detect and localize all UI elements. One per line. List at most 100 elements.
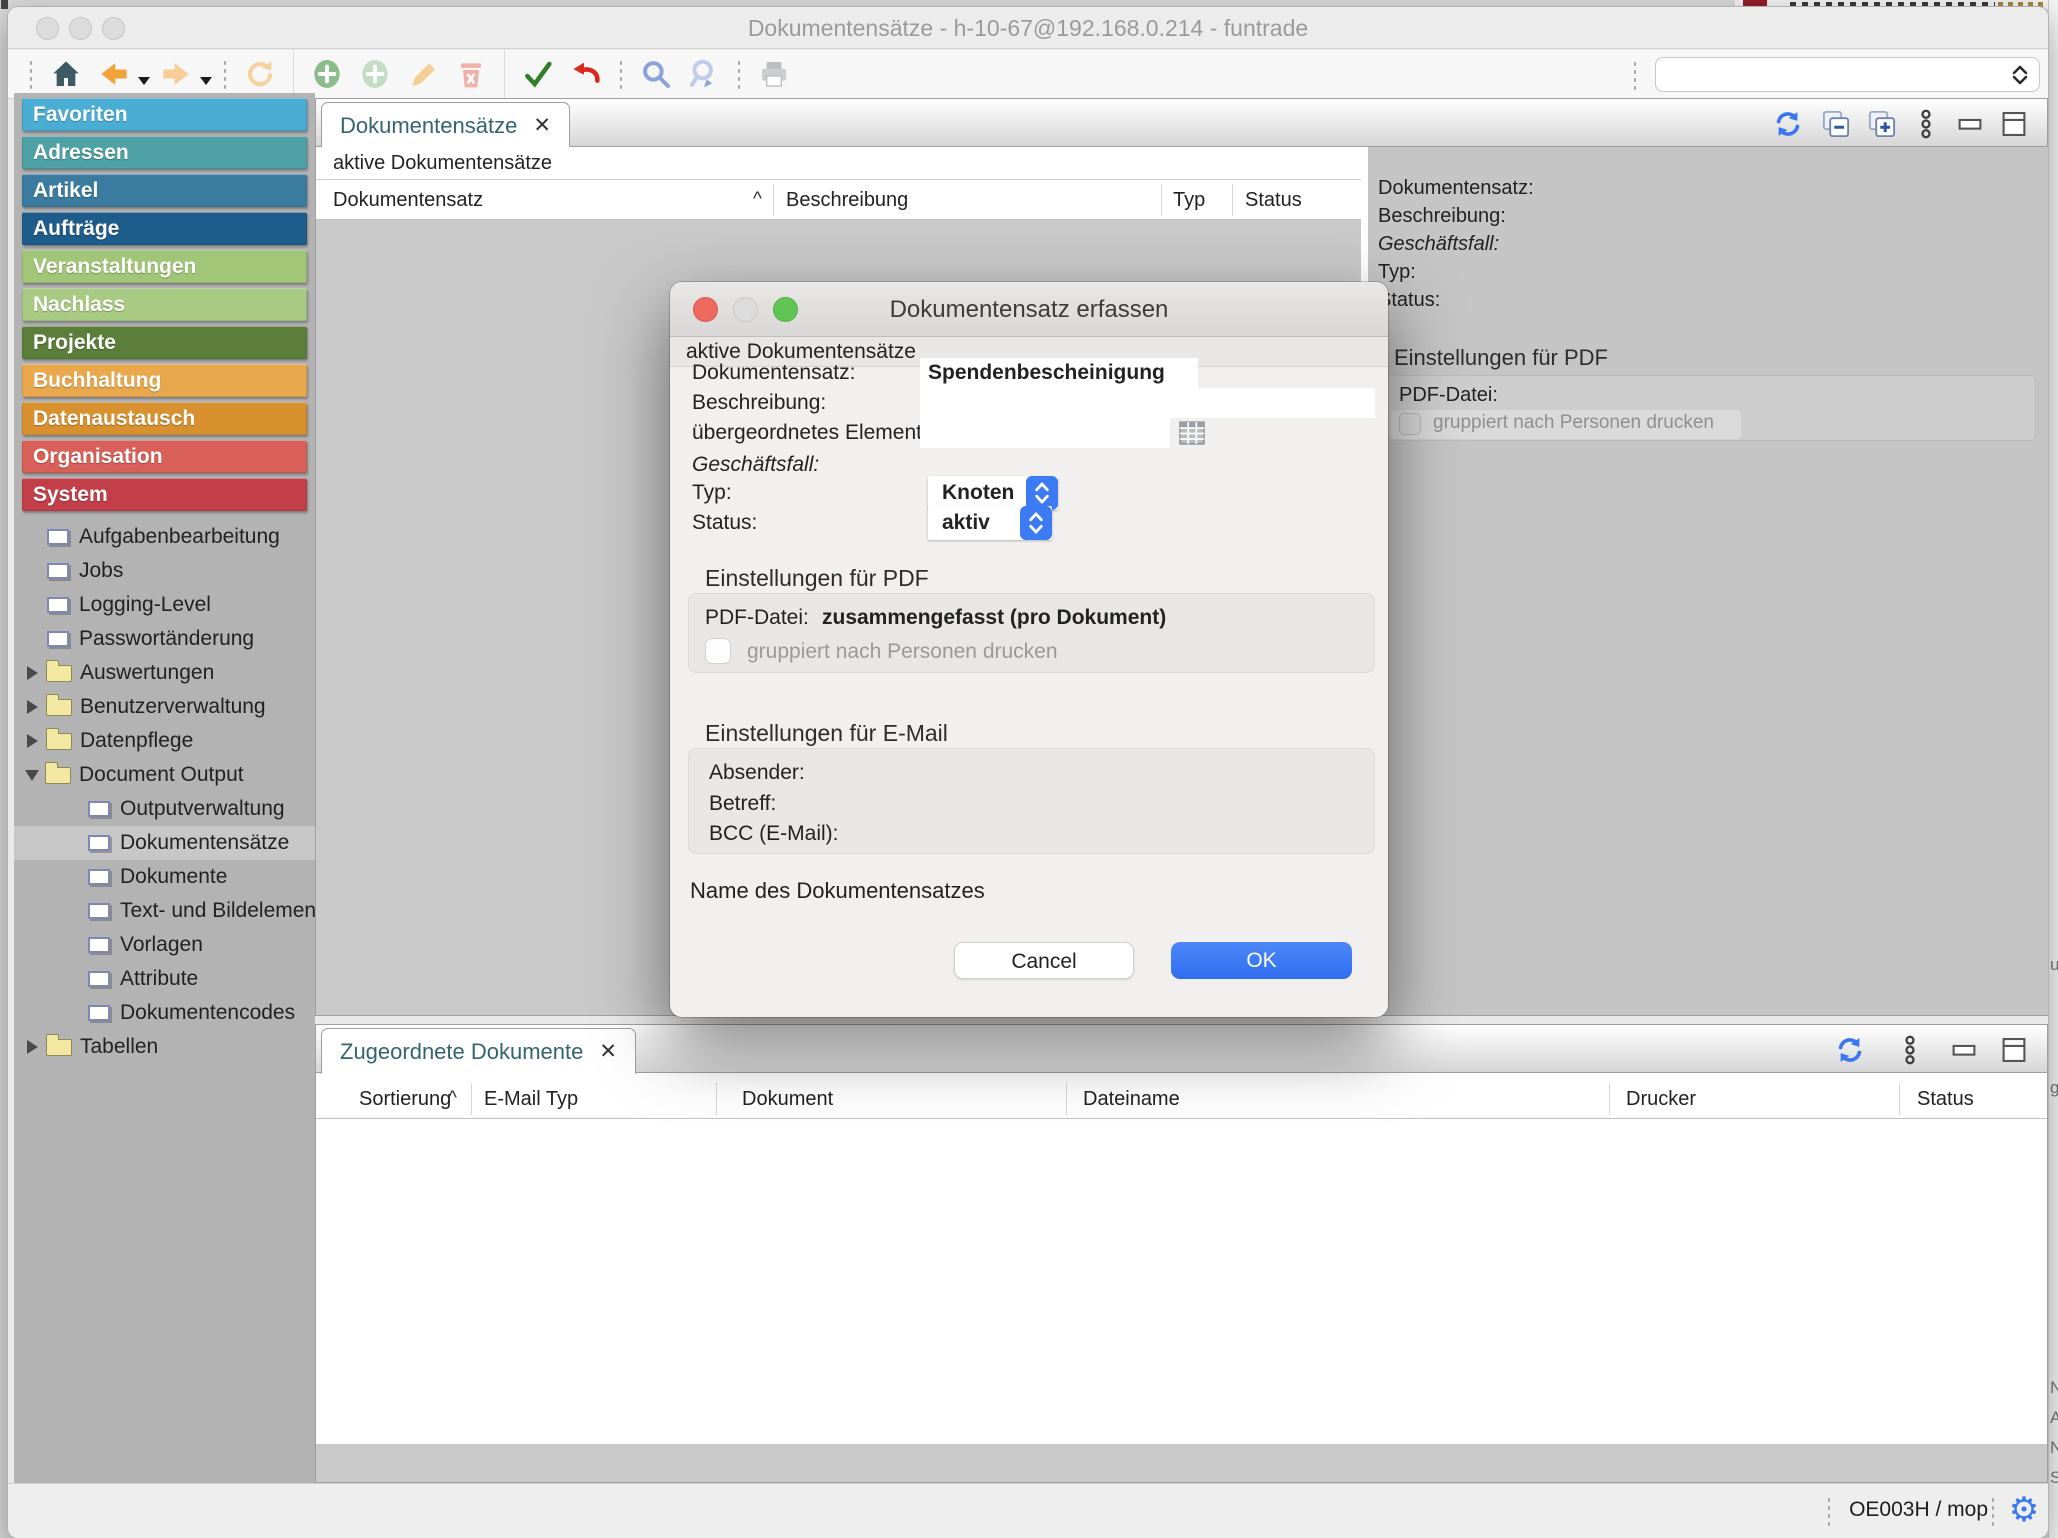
column-header-beschreibung[interactable]: Beschreibung: [786, 180, 908, 220]
column-header-dokument[interactable]: Dokument: [742, 1079, 833, 1119]
zoom-traffic-light[interactable]: [102, 17, 125, 40]
ok-button[interactable]: OK: [1171, 942, 1352, 979]
panel-maximize-icon[interactable]: [1995, 105, 2033, 143]
cancel-button[interactable]: Cancel: [954, 942, 1134, 979]
refresh-icon[interactable]: [241, 55, 279, 93]
column-header-dokumentensatz[interactable]: Dokumentensatz: [333, 180, 483, 220]
sidebar-item-system[interactable]: System: [22, 478, 307, 511]
sidebar-item-organisation[interactable]: Organisation: [22, 440, 307, 473]
group-by-person-checkbox[interactable]: [705, 638, 731, 664]
undo-icon[interactable]: [567, 55, 605, 93]
column-header-dateiname[interactable]: Dateiname: [1083, 1079, 1180, 1119]
search-secondary-icon[interactable]: [685, 55, 723, 93]
tree-item-auswertungen[interactable]: Auswertungen: [14, 656, 315, 690]
column-divider[interactable]: [471, 1083, 472, 1115]
expand-arrow-icon[interactable]: [27, 666, 38, 680]
group-by-person-checkbox[interactable]: [1399, 413, 1421, 435]
tree-item-vorlagen[interactable]: Vorlagen: [14, 928, 315, 962]
back-icon[interactable]: [95, 55, 133, 93]
expand-all-icon[interactable]: [1863, 105, 1901, 143]
column-divider[interactable]: [1232, 184, 1233, 216]
tree-item-datenpflege[interactable]: Datenpflege: [14, 724, 315, 758]
search-icon[interactable]: [637, 55, 675, 93]
tree-item-logging-level[interactable]: Logging-Level: [14, 588, 315, 622]
status-dropdown[interactable]: aktiv: [928, 506, 1052, 540]
tree-item-passwortaenderung[interactable]: Passwortänderung: [14, 622, 315, 656]
sidebar-item-buchhaltung[interactable]: Buchhaltung: [22, 364, 307, 397]
tab-zugeordnete-dokumente[interactable]: Zugeordnete Dokumente ✕: [321, 1028, 636, 1074]
tab-close-icon[interactable]: ✕: [599, 1039, 617, 1064]
column-header-typ[interactable]: Typ: [1173, 180, 1205, 220]
element-picker-grid-icon[interactable]: [1174, 418, 1210, 448]
column-divider[interactable]: [1161, 184, 1162, 216]
dropdown-stepper-icon[interactable]: [1026, 476, 1058, 510]
column-header-drucker[interactable]: Drucker: [1626, 1079, 1696, 1119]
panel-minimize-icon[interactable]: [1951, 105, 1989, 143]
print-icon[interactable]: [755, 55, 793, 93]
column-divider[interactable]: [773, 184, 774, 216]
expand-arrow-icon[interactable]: [27, 734, 38, 748]
dropdown-stepper-icon[interactable]: [1020, 506, 1052, 540]
expand-arrow-icon[interactable]: [27, 1040, 38, 1054]
sidebar-item-datenaustausch[interactable]: Datenaustausch: [22, 402, 307, 435]
collapse-all-icon[interactable]: [1817, 105, 1855, 143]
tree-item-dokumentencodes[interactable]: Dokumentencodes: [14, 996, 315, 1030]
sidebar-item-veranstaltungen[interactable]: Veranstaltungen: [22, 250, 307, 283]
tree-item-tabellen[interactable]: Tabellen: [14, 1030, 315, 1064]
sidebar-item-auftraege[interactable]: Aufträge: [22, 212, 307, 245]
beschreibung-input[interactable]: [920, 388, 1375, 418]
add-secondary-icon[interactable]: [356, 55, 394, 93]
tree-item-dokumentensaetze-selected[interactable]: Dokumentensätze: [14, 826, 315, 860]
panel-refresh-icon[interactable]: [1769, 105, 1807, 143]
tab-dokumentensaetze[interactable]: Dokumentensätze ✕: [321, 102, 570, 148]
column-header-sortierung[interactable]: Sortierung: [359, 1079, 451, 1119]
toolbar-drag-handle[interactable]: [29, 59, 33, 89]
sidebar-item-artikel[interactable]: Artikel: [22, 174, 307, 207]
panel-menu-kebab-icon[interactable]: [1907, 105, 1945, 143]
dokumentensatz-input[interactable]: Spendenbescheinigung: [920, 358, 1198, 388]
tree-item-aufgabenbearbeitung[interactable]: Aufgabenbearbeitung: [14, 520, 315, 554]
column-header-status[interactable]: Status: [1245, 180, 1302, 220]
column-divider[interactable]: [1066, 1083, 1067, 1115]
uebergeordnetes-element-input[interactable]: [920, 418, 1170, 448]
panel-minimize-icon[interactable]: [1945, 1031, 1983, 1069]
sidebar-item-projekte[interactable]: Projekte: [22, 326, 307, 359]
tree-item-dokumente[interactable]: Dokumente: [14, 860, 315, 894]
column-divider[interactable]: [1899, 1083, 1900, 1115]
expand-arrow-icon[interactable]: [27, 700, 38, 714]
quick-search-combobox[interactable]: [1655, 57, 2040, 92]
sidebar-item-favoriten[interactable]: Favoriten: [22, 98, 307, 131]
tab-close-icon[interactable]: ✕: [533, 113, 551, 138]
confirm-check-icon[interactable]: [519, 55, 557, 93]
add-icon[interactable]: [308, 55, 346, 93]
assigned-documents-table-body-empty[interactable]: [316, 1119, 2047, 1442]
panel-maximize-icon[interactable]: [1995, 1031, 2033, 1069]
tree-item-attribute[interactable]: Attribute: [14, 962, 315, 996]
sidebar-item-adressen[interactable]: Adressen: [22, 136, 307, 169]
column-divider[interactable]: [1609, 1083, 1610, 1115]
edit-pencil-icon[interactable]: [404, 55, 442, 93]
back-history-caret[interactable]: [138, 77, 150, 85]
dialog-zoom-traffic-light[interactable]: [773, 297, 798, 322]
tree-item-benutzerverwaltung[interactable]: Benutzerverwaltung: [14, 690, 315, 724]
panel-refresh-icon[interactable]: [1831, 1031, 1869, 1069]
dialog-minimize-traffic-light[interactable]: [733, 297, 758, 322]
collapse-arrow-icon[interactable]: [25, 770, 39, 781]
column-header-email-typ[interactable]: E-Mail Typ: [484, 1079, 578, 1119]
delete-trash-icon[interactable]: [452, 55, 490, 93]
panel-menu-kebab-icon[interactable]: [1891, 1031, 1929, 1069]
forward-history-caret[interactable]: [200, 77, 212, 85]
forward-icon[interactable]: [157, 55, 195, 93]
column-divider[interactable]: [716, 1083, 717, 1115]
sidebar-item-nachlass[interactable]: Nachlass: [22, 288, 307, 321]
tree-item-document-output[interactable]: Document Output: [14, 758, 315, 792]
home-icon[interactable]: [47, 55, 85, 93]
close-traffic-light[interactable]: [36, 17, 59, 40]
tree-item-outputverwaltung[interactable]: Outputverwaltung: [14, 792, 315, 826]
column-header-status[interactable]: Status: [1917, 1079, 1974, 1119]
typ-dropdown[interactable]: Knoten: [928, 476, 1058, 510]
tree-item-text-und-bildelemente[interactable]: Text- und Bildelemente: [14, 894, 315, 928]
tree-item-jobs[interactable]: Jobs: [14, 554, 315, 588]
minimize-traffic-light[interactable]: [69, 17, 92, 40]
settings-gear-icon[interactable]: ⚙: [2004, 1490, 2044, 1530]
